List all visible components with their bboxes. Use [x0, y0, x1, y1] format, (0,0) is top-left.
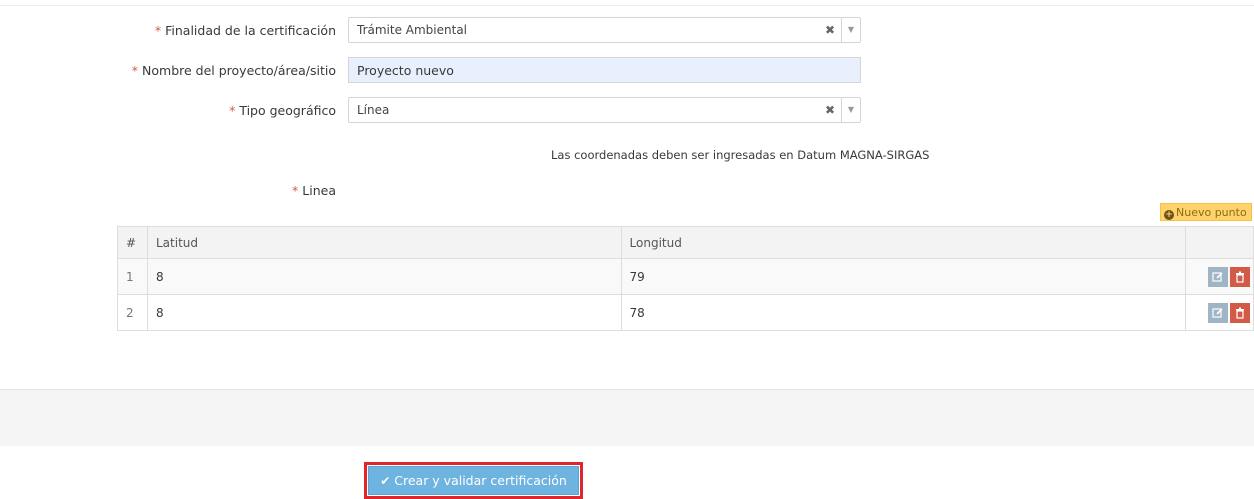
check-icon: ✔ — [380, 474, 391, 488]
create-validate-button[interactable]: ✔ Crear y validar certificación — [368, 466, 579, 495]
purpose-select-value: Trámite Ambiental — [357, 23, 468, 37]
trash-icon — [1236, 271, 1244, 283]
table-row: 2 8 78 — [117, 294, 1254, 331]
geo-type-label: * Tipo geográfico — [229, 103, 336, 118]
edit-button[interactable] — [1208, 302, 1228, 323]
row-actions — [1185, 294, 1254, 331]
line-label: * Linea — [292, 183, 336, 198]
required-mark: * — [292, 183, 299, 198]
clear-icon[interactable]: ✖ — [825, 23, 835, 37]
row-index: 1 — [117, 258, 148, 295]
line-label-text: Linea — [302, 183, 336, 198]
header-latitude: Latitud — [146, 226, 622, 259]
geo-type-select[interactable]: Línea ✖ ▼ — [348, 97, 861, 123]
required-mark: * — [229, 103, 236, 118]
new-point-button[interactable]: + Nuevo punto — [1160, 203, 1252, 221]
project-name-label: * Nombre del proyecto/área/sitio — [132, 63, 336, 78]
geo-type-label-text: Tipo geográfico — [239, 103, 336, 118]
trash-icon — [1236, 307, 1244, 319]
project-name-label-text: Nombre del proyecto/área/sitio — [142, 63, 336, 78]
row-index: 2 — [117, 294, 148, 331]
edit-button[interactable] — [1208, 266, 1228, 287]
header-actions — [1185, 226, 1254, 259]
header-longitude: Longitud — [620, 226, 1187, 259]
required-mark: * — [131, 63, 139, 78]
project-name-input[interactable] — [348, 57, 861, 83]
required-mark: * — [154, 23, 162, 38]
purpose-label: * Finalidad de la certificación — [155, 23, 336, 38]
plus-circle-icon: + — [1164, 210, 1174, 220]
row-latitude: 8 — [146, 258, 622, 295]
submit-label: Crear y validar certificación — [394, 473, 567, 488]
edit-icon — [1212, 307, 1223, 318]
purpose-select[interactable]: Trámite Ambiental ✖ ▼ — [348, 17, 861, 43]
table-header-row: # Latitud Longitud — [117, 226, 1254, 259]
row-longitude: 78 — [620, 294, 1187, 331]
header-index: # — [117, 226, 148, 259]
chevron-down-icon[interactable]: ▼ — [841, 98, 860, 122]
row-longitude: 79 — [620, 258, 1187, 295]
top-divider — [0, 5, 1254, 6]
row-latitude: 8 — [146, 294, 622, 331]
form-actions-footer: ✔ Crear y validar certificación — [0, 389, 1254, 499]
delete-button[interactable] — [1230, 302, 1250, 323]
clear-icon[interactable]: ✖ — [825, 103, 835, 117]
datum-note: Las coordenadas deben ser ingresadas en … — [551, 148, 930, 162]
purpose-label-text: Finalidad de la certificación — [165, 23, 336, 38]
edit-icon — [1212, 271, 1223, 282]
chevron-down-icon[interactable]: ▼ — [841, 18, 860, 42]
row-actions — [1185, 258, 1254, 295]
new-point-label: Nuevo punto — [1176, 206, 1247, 219]
points-table: # Latitud Longitud 1 8 79 2 8 78 — [117, 226, 1254, 331]
geo-type-select-value: Línea — [357, 103, 390, 117]
delete-button[interactable] — [1230, 266, 1250, 287]
table-row: 1 8 79 — [117, 258, 1254, 295]
